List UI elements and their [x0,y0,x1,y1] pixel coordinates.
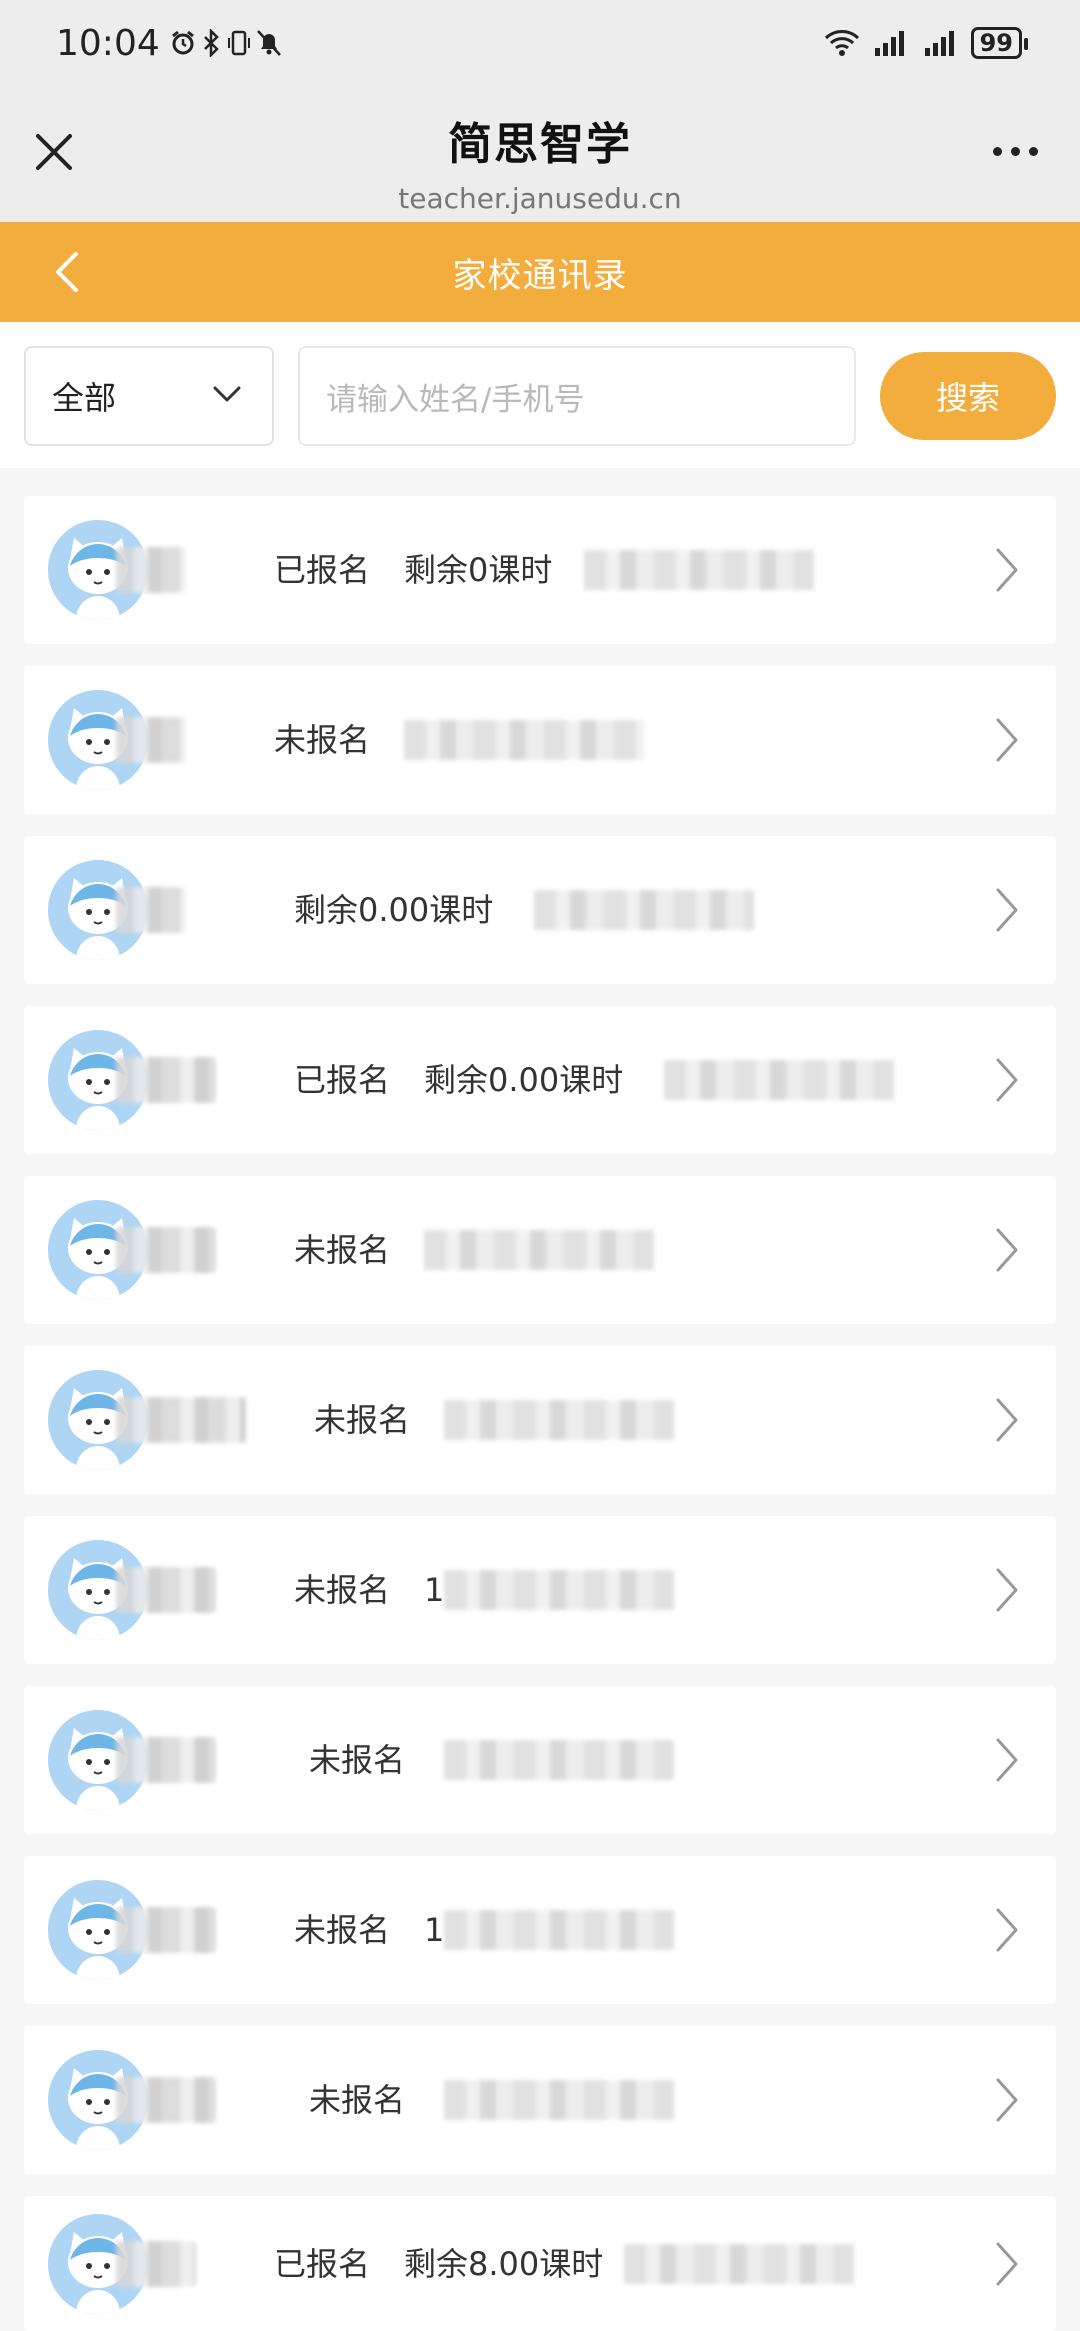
signal-icon-2 [924,31,954,56]
contact-phone-redacted [404,720,644,760]
more-dot-icon [1028,146,1038,156]
chevron-right-icon [996,1568,1018,1612]
more-dot-icon [1010,146,1020,156]
list-item[interactable]: 已报名 剩余0课时 [24,496,1056,644]
list-item[interactable]: 未报名 1 [24,1516,1056,1664]
enrollment-status: 未报名 [309,1741,406,1779]
contact-phone-redacted [534,890,754,930]
enrollment-status: 未报名 [314,1401,411,1439]
browser-header: 简思智学 teacher.janusedu.cn [0,86,1080,222]
contact-phone-redacted [664,1060,894,1100]
contact-phone-redacted [584,550,814,590]
contact-name-redacted [116,1567,216,1613]
wifi-icon [824,30,859,56]
list-item[interactable]: 未报名 [24,1176,1056,1324]
list-item[interactable]: 已报名 剩余0.00课时 [24,1006,1056,1154]
bluetooth-icon [203,29,219,57]
page-title: 简思智学 [448,119,632,170]
enrollment-status: 已报名 [274,2244,371,2283]
remaining-lessons: 1 [424,1571,445,1609]
contact-name-redacted [116,717,186,763]
contact-phone-redacted [444,1400,674,1440]
status-right: 99 [823,27,1029,59]
enrollment-status: 未报名 [274,721,371,759]
enrollment-status: 已报名 [274,551,371,589]
contact-name-redacted [116,1397,246,1443]
chevron-down-icon [213,386,241,402]
contact-name-redacted [116,1227,216,1273]
contact-name-redacted [116,887,186,933]
list-item[interactable]: 未报名 [24,666,1056,814]
search-input[interactable]: 请输入姓名/手机号 [298,346,856,446]
chevron-right-icon [996,1738,1018,1782]
remaining-lessons: 1 [424,1911,445,1949]
enrollment-status: 未报名 [294,1571,391,1609]
mute-bell-icon [256,30,281,56]
nav-bar: 家校通讯录 [0,222,1080,322]
enrollment-status: 未报名 [294,1911,391,1949]
battery-indicator: 99 [970,27,1029,59]
chevron-right-icon [996,1908,1018,1952]
chevron-right-icon [996,888,1018,932]
enrollment-status: 已报名 [294,1061,391,1099]
contact-phone-redacted [444,2080,674,2120]
list-item[interactable]: 剩余0.00课时 [24,836,1056,984]
contact-phone-redacted [424,1230,654,1270]
chevron-right-icon [996,1058,1018,1102]
filter-dropdown[interactable]: 全部 [24,346,274,446]
chevron-right-icon [996,2078,1018,2122]
chevron-right-icon [996,718,1018,762]
status-icons [170,29,282,57]
remaining-lessons: 剩余0.00课时 [294,891,494,929]
chevron-right-icon [996,548,1018,592]
list-item[interactable]: 未报名 [24,1346,1056,1494]
status-time: 10:04 [56,22,160,64]
vibrate-icon [227,30,250,56]
more-options-button[interactable] [980,136,1050,166]
contact-name-redacted [116,1057,216,1103]
contact-name-redacted [116,547,186,593]
contact-phone-redacted [444,1570,674,1610]
contact-phone-redacted [624,2243,854,2284]
remaining-lessons: 剩余0课时 [404,551,553,589]
contact-name-redacted [116,1737,216,1783]
chevron-right-icon [996,2242,1018,2285]
contact-phone-redacted [444,1740,674,1780]
contact-phone-redacted [444,1910,674,1950]
header-title-group: 简思智学 teacher.janusedu.cn [0,108,1080,215]
contact-name-redacted [116,2077,216,2123]
list-item[interactable]: 未报名 [24,2026,1056,2174]
chevron-right-icon [996,1398,1018,1442]
search-button[interactable]: 搜索 [880,352,1056,440]
status-left: 10:04 [56,23,282,64]
filter-value: 全部 [52,379,117,417]
enrollment-status: 未报名 [294,1231,391,1269]
remaining-lessons: 剩余0.00课时 [424,1061,624,1099]
search-bar: 全部 请输入姓名/手机号 搜索 [0,322,1080,468]
page-url: teacher.janusedu.cn [398,182,682,215]
search-placeholder: 请输入姓名/手机号 [326,381,585,418]
contact-name-redacted [116,2240,196,2287]
remaining-lessons: 剩余8.00课时 [404,2244,604,2283]
nav-title: 家校通讯录 [452,256,628,296]
list-item[interactable]: 未报名 1 [24,1856,1056,2004]
list-item[interactable]: 已报名 剩余8.00课时 [24,2196,1056,2331]
status-bar: 10:04 99 [0,0,1080,86]
signal-icon [874,31,904,56]
list-item[interactable]: 未报名 [24,1686,1056,1834]
contact-name-redacted [116,1907,216,1953]
alarm-icon [171,30,194,55]
more-dot-icon [992,146,1002,156]
chevron-right-icon [996,1228,1018,1272]
enrollment-status: 未报名 [309,2081,406,2119]
